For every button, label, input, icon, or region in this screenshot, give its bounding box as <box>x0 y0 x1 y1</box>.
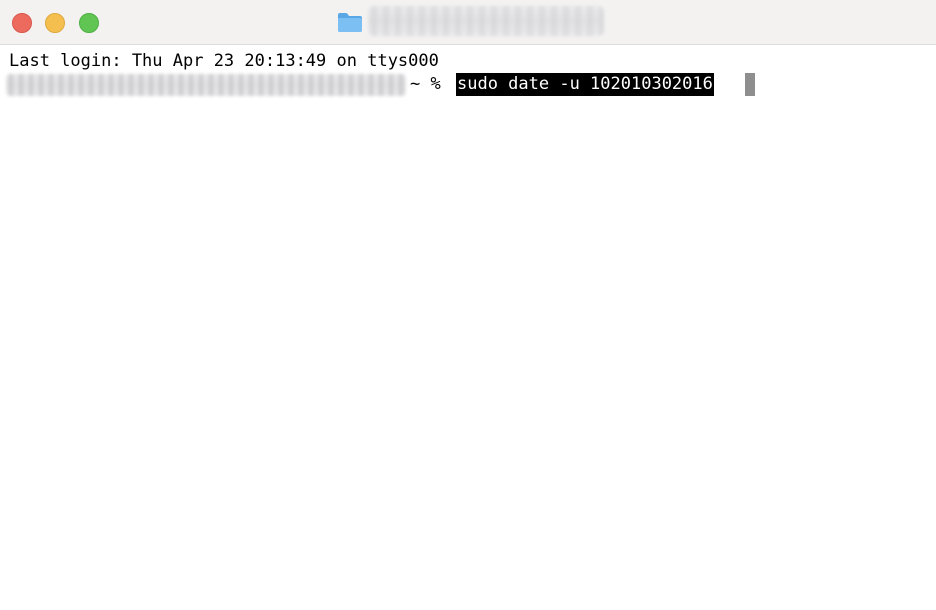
title-bar[interactable] <box>0 0 936 45</box>
text-cursor <box>745 73 755 96</box>
command-input-text[interactable]: sudo date -u 102010302016 <box>456 73 714 96</box>
prompt-suffix: ~ % <box>410 74 441 94</box>
terminal-content[interactable]: Last login: Thu Apr 23 20:13:49 on ttys0… <box>0 46 936 610</box>
maximize-button[interactable] <box>79 13 99 33</box>
minimize-button[interactable] <box>45 13 65 33</box>
last-login-line: Last login: Thu Apr 23 20:13:49 on ttys0… <box>9 51 439 71</box>
window-title-redacted <box>368 6 604 36</box>
prompt-line: ~ % sudo date -u 102010302016 <box>0 73 936 96</box>
close-button[interactable] <box>12 13 32 33</box>
terminal-window: Last login: Thu Apr 23 20:13:49 on ttys0… <box>0 0 936 610</box>
folder-icon <box>338 13 362 32</box>
prompt-user-host-redacted <box>6 74 406 96</box>
